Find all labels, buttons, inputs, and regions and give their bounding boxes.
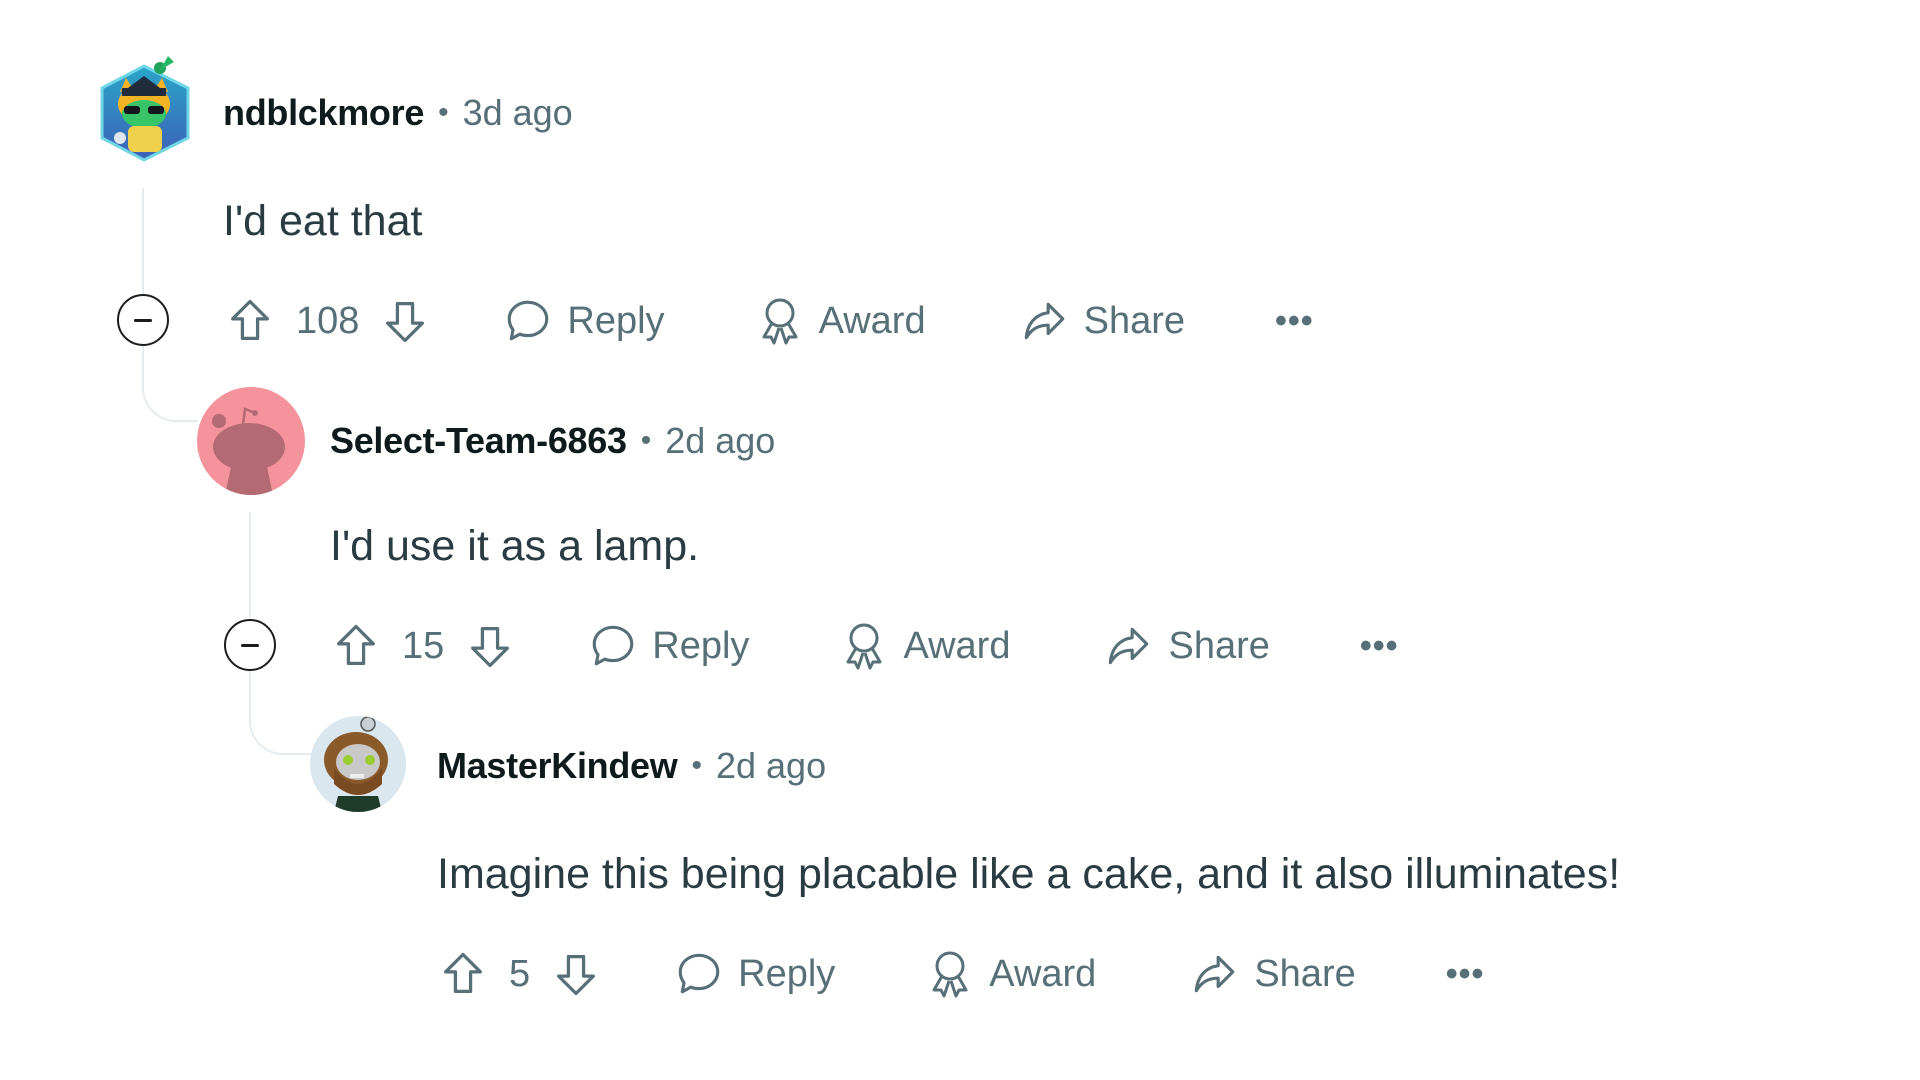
- upvote-arrow-icon: [337, 624, 375, 665]
- thread-line: [142, 188, 144, 294]
- reply-button[interactable]: Reply: [674, 949, 835, 999]
- bearded-snoo-avatar-icon: [324, 716, 388, 812]
- downvote-button[interactable]: [379, 295, 431, 347]
- comment-meta: MasterKindew • 2d ago: [437, 741, 826, 791]
- username[interactable]: Select-Team-6863: [330, 420, 627, 462]
- award-ribbon-icon: [762, 298, 798, 345]
- speech-bubble-icon: [508, 300, 549, 341]
- reply-label: Reply: [567, 299, 665, 342]
- avatar[interactable]: [98, 52, 194, 164]
- comment-actions: 15 Reply Award Share •••: [330, 616, 1399, 676]
- upvote-button[interactable]: [224, 295, 276, 347]
- upvote-arrow-icon: [231, 299, 269, 340]
- timestamp[interactable]: 3d ago: [463, 92, 573, 134]
- speech-bubble-icon: [592, 625, 634, 666]
- speech-bubble-icon: [678, 953, 720, 994]
- thread-line: [249, 512, 251, 618]
- default-snoo-avatar-icon: [212, 407, 285, 495]
- avatar[interactable]: [310, 716, 406, 812]
- share-arrow-icon: [1109, 627, 1149, 665]
- meta-separator: •: [691, 749, 702, 782]
- comment-meta: Select-Team-6863 • 2d ago: [330, 416, 775, 466]
- vote-count: 15: [402, 624, 445, 667]
- award-button[interactable]: Award: [839, 620, 1010, 672]
- comment-body: Imagine this being placable like a cake,…: [437, 850, 1621, 898]
- comment-meta: ndblckmore • 3d ago: [223, 88, 573, 138]
- award-label: Award: [818, 299, 926, 342]
- upvote-button[interactable]: [437, 948, 489, 1000]
- comment-actions: 108 Reply Award Share •••: [224, 291, 1314, 351]
- minus-icon: [241, 643, 259, 647]
- timestamp[interactable]: 2d ago: [716, 745, 826, 787]
- more-options-button[interactable]: •••: [1360, 627, 1399, 666]
- downvote-button[interactable]: [464, 620, 516, 672]
- share-button[interactable]: Share: [1102, 621, 1270, 671]
- share-label: Share: [1168, 624, 1270, 667]
- more-options-button[interactable]: •••: [1446, 955, 1485, 994]
- meta-separator: •: [640, 424, 652, 457]
- comment-body: I'd eat that: [223, 197, 423, 245]
- award-ribbon-icon: [932, 951, 968, 998]
- username[interactable]: ndblckmore: [223, 92, 424, 134]
- share-button[interactable]: Share: [1188, 949, 1356, 999]
- award-label: Award: [903, 624, 1011, 667]
- award-button[interactable]: Award: [755, 295, 926, 347]
- downvote-arrow-icon: [471, 627, 510, 668]
- vote-count: 108: [296, 299, 360, 342]
- award-button[interactable]: Award: [925, 948, 1096, 1000]
- thread-connector: [249, 671, 311, 755]
- avatar[interactable]: [197, 387, 305, 495]
- comment-actions: 5 Reply Award Share •••: [437, 944, 1484, 1004]
- collapse-thread-button[interactable]: [117, 294, 169, 346]
- share-button[interactable]: Share: [1018, 296, 1185, 346]
- vote-count: 5: [509, 952, 531, 995]
- hexagon-snoo-avatar-icon: [100, 56, 190, 162]
- upvote-arrow-icon: [444, 952, 482, 993]
- reply-label: Reply: [738, 952, 836, 995]
- share-arrow-icon: [1195, 955, 1235, 993]
- reply-button[interactable]: Reply: [503, 296, 665, 346]
- comment-body: I'd use it as a lamp.: [330, 522, 700, 570]
- collapse-thread-button[interactable]: [224, 619, 276, 671]
- minus-icon: [134, 318, 152, 322]
- share-label: Share: [1083, 299, 1185, 342]
- downvote-arrow-icon: [386, 302, 425, 343]
- timestamp[interactable]: 2d ago: [665, 420, 775, 462]
- thread-connector: [142, 346, 198, 422]
- username[interactable]: MasterKindew: [437, 745, 678, 787]
- share-label: Share: [1254, 952, 1356, 995]
- award-ribbon-icon: [846, 623, 882, 670]
- meta-separator: •: [438, 96, 449, 129]
- downvote-button[interactable]: [550, 948, 602, 1000]
- upvote-button[interactable]: [330, 620, 382, 672]
- award-label: Award: [989, 952, 1097, 995]
- reply-button[interactable]: Reply: [588, 621, 749, 671]
- reply-label: Reply: [652, 624, 750, 667]
- more-options-button[interactable]: •••: [1275, 302, 1314, 341]
- share-arrow-icon: [1024, 302, 1064, 340]
- downvote-arrow-icon: [557, 955, 596, 996]
